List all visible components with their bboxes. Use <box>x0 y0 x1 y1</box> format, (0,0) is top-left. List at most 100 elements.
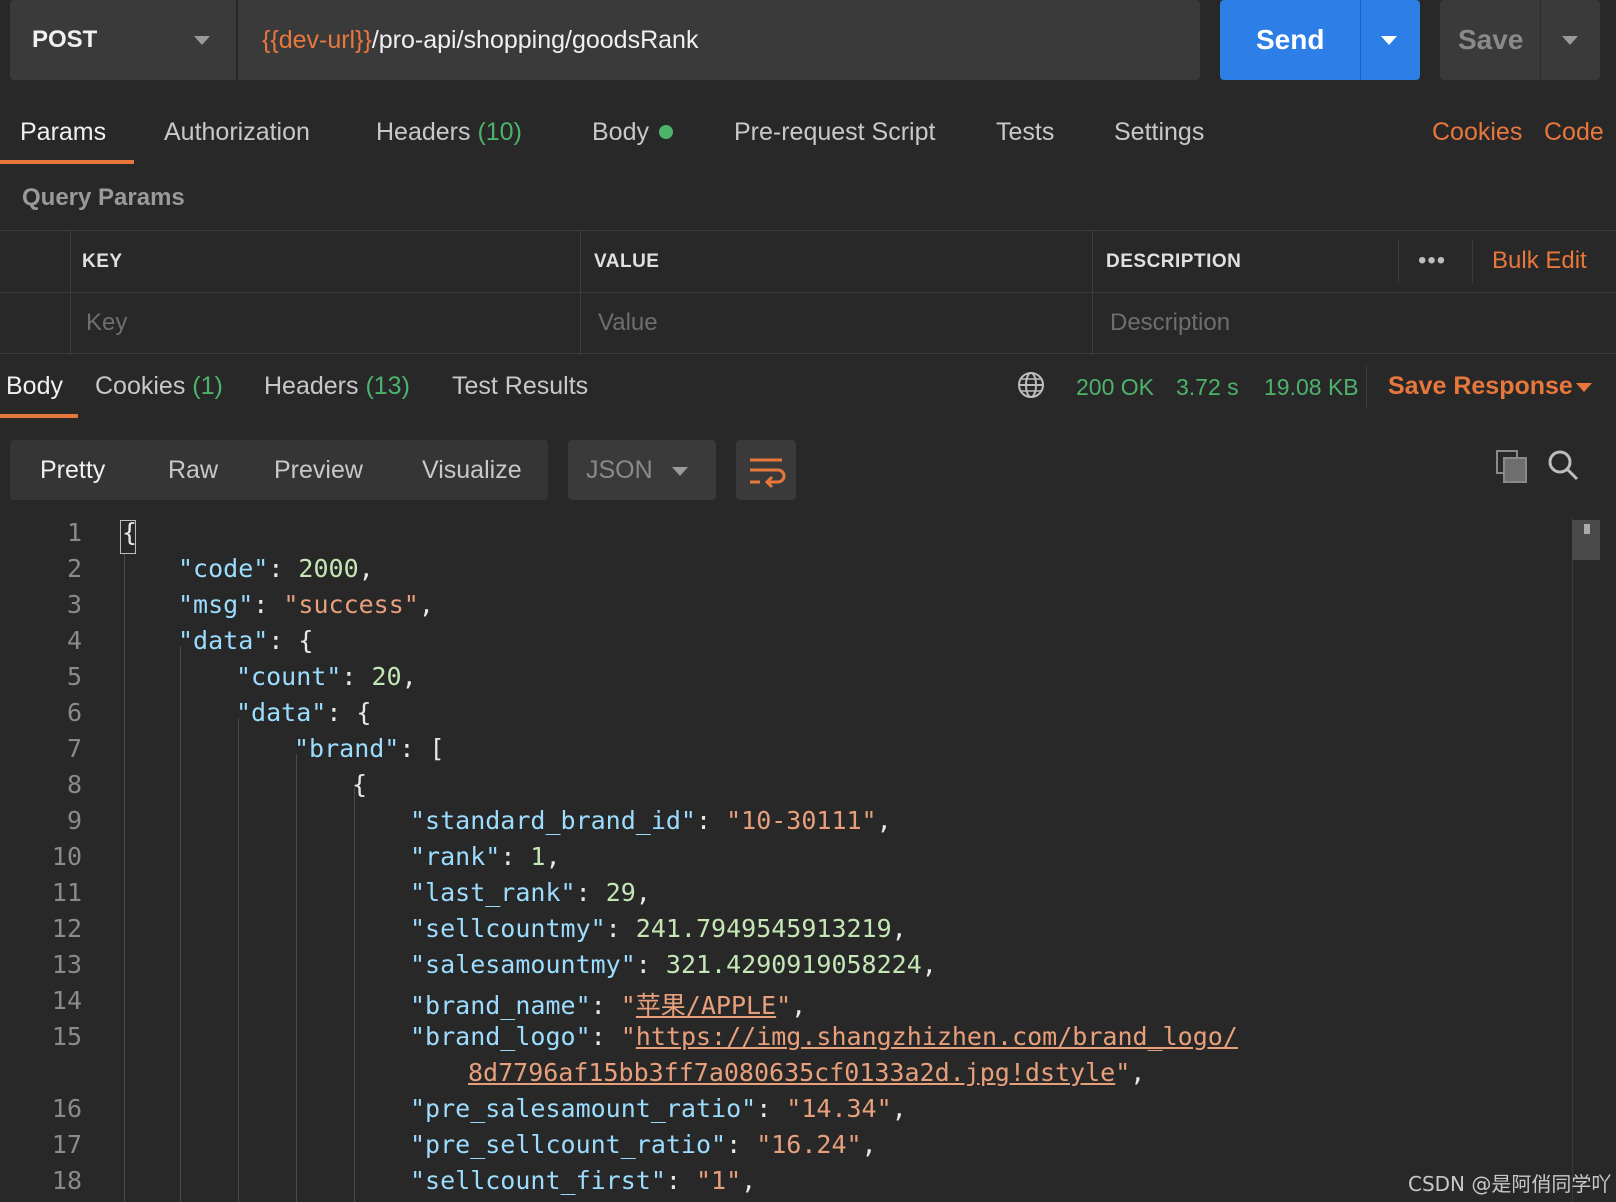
code-line: { <box>352 770 368 799</box>
line-number: 6 <box>66 698 82 727</box>
response-bar: Body Cookies (1) Headers (13) Test Resul… <box>0 356 1616 420</box>
line-number: 15 <box>51 1022 82 1051</box>
code-line: "code": 2000, <box>178 554 374 583</box>
tab-authorization[interactable]: Authorization <box>164 118 310 147</box>
body-indicator-dot <box>658 125 673 139</box>
description-input[interactable]: Description <box>1110 309 1230 337</box>
tab-headers-label: Headers <box>376 118 471 146</box>
send-options-chevron-icon[interactable] <box>1381 36 1397 45</box>
query-params-table: KEY VALUE DESCRIPTION ••• Bulk Edit Key … <box>0 230 1616 355</box>
line-number: 9 <box>66 806 82 835</box>
scrollbar-track[interactable] <box>1572 518 1573 1202</box>
send-label: Send <box>1256 24 1325 55</box>
cookies-link[interactable]: Cookies <box>1432 118 1522 147</box>
response-size[interactable]: 19.08 KB <box>1264 374 1359 401</box>
tab-headers[interactable]: Headers (10) <box>376 118 522 147</box>
watermark: CSDN @是阿俏同学吖 <box>1408 1172 1612 1196</box>
line-number: 5 <box>66 662 82 691</box>
column-divider <box>1472 239 1473 283</box>
brand-logo-link-cont[interactable]: 8d7796af15bb3ff7a080635cf0133a2d.jpg!dst… <box>468 1058 1115 1087</box>
code-line: "last_rank": 29, <box>410 878 651 907</box>
view-raw-button[interactable]: Raw <box>168 456 218 485</box>
view-preview-button[interactable]: Preview <box>274 456 363 485</box>
tab-tests[interactable]: Tests <box>996 118 1054 147</box>
tab-headers-count: (10) <box>477 118 522 146</box>
response-tab-cookies[interactable]: Cookies (1) <box>95 372 223 401</box>
save-response-chevron-icon[interactable] <box>1576 383 1592 392</box>
code-line: "brand_logo": "https://img.shangzhizhen.… <box>410 1022 1238 1051</box>
code-line: "standard_brand_id": "10-30111", <box>410 806 892 835</box>
code-line: "data": { <box>178 626 314 655</box>
tab-settings[interactable]: Settings <box>1114 118 1204 147</box>
code-line: "sellcount_first": "1", <box>410 1166 757 1195</box>
request-tabs: Params Authorization Headers (10) Body P… <box>0 100 1616 166</box>
method-select[interactable]: POST <box>10 0 236 80</box>
more-options-icon[interactable]: ••• <box>1418 247 1446 275</box>
response-headers-count: (13) <box>365 372 410 400</box>
code-link[interactable]: Code <box>1544 118 1604 147</box>
indent-guide <box>238 718 239 1202</box>
response-tab-test-results[interactable]: Test Results <box>452 372 588 401</box>
query-params-title: Query Params <box>22 184 185 211</box>
code-line: "msg": "success", <box>178 590 434 619</box>
request-bar: POST {{dev-url}}/pro-api/shopping/goodsR… <box>0 0 1616 80</box>
copy-icon[interactable] <box>1496 450 1528 484</box>
response-tab-body[interactable]: Body <box>6 372 63 401</box>
save-button[interactable]: Save <box>1440 0 1600 80</box>
column-header-description: DESCRIPTION <box>1106 251 1242 272</box>
scrollbar-thumb[interactable] <box>1572 520 1600 560</box>
code-line: { <box>122 518 138 547</box>
view-pretty-button[interactable]: Pretty <box>40 456 105 485</box>
response-time[interactable]: 3.72 s <box>1176 374 1239 401</box>
code-line-continuation: 8d7796af15bb3ff7a080635cf0133a2d.jpg!dst… <box>468 1058 1146 1087</box>
line-number: 16 <box>51 1094 82 1123</box>
bulk-edit-button[interactable]: Bulk Edit <box>1492 247 1587 275</box>
line-number: 3 <box>66 590 82 619</box>
value-input[interactable]: Value <box>598 309 658 337</box>
url-input[interactable]: {{dev-url}}/pro-api/shopping/goodsRank <box>238 0 1200 80</box>
indent-guide <box>180 646 181 1202</box>
save-label: Save <box>1458 24 1524 55</box>
code-line: "brand": [ <box>294 734 445 763</box>
format-label: JSON <box>586 456 653 484</box>
response-body-viewer[interactable]: 1 2 3 4 5 6 7 8 9 10 11 12 13 14 15 16 1… <box>0 518 1616 1202</box>
search-icon[interactable] <box>1546 448 1580 482</box>
send-divider <box>1360 0 1361 80</box>
brand-logo-link[interactable]: https://img.shangzhizhen.com/brand_logo/ <box>636 1022 1238 1051</box>
tab-prerequest-script[interactable]: Pre-request Script <box>734 118 935 147</box>
wrap-lines-icon <box>750 458 786 489</box>
code-line: "rank": 1, <box>410 842 561 871</box>
line-number: 14 <box>51 986 82 1015</box>
line-number: 13 <box>51 950 82 979</box>
send-button[interactable]: Send <box>1220 0 1420 80</box>
column-divider <box>580 231 581 355</box>
response-divider <box>1366 366 1367 408</box>
save-response-button[interactable]: Save Response <box>1388 372 1573 401</box>
globe-icon[interactable] <box>1016 370 1046 400</box>
format-select[interactable]: JSON <box>568 440 716 500</box>
active-tab-underline <box>0 160 134 164</box>
code-line: "pre_sellcount_ratio": "16.24", <box>410 1130 877 1159</box>
key-input[interactable]: Key <box>86 309 127 337</box>
code-line: "brand_name": "苹果/APPLE", <box>410 991 807 1020</box>
line-number: 12 <box>51 914 82 943</box>
save-divider <box>1540 0 1541 80</box>
active-response-tab-underline <box>0 414 78 418</box>
line-number: 17 <box>51 1130 82 1159</box>
view-visualize-button[interactable]: Visualize <box>422 456 522 485</box>
url-path: /pro-api/shopping/goodsRank <box>371 25 699 54</box>
table-row-divider <box>0 292 1616 293</box>
response-tab-headers[interactable]: Headers (13) <box>264 372 410 401</box>
code-line: "pre_salesamount_ratio": "14.34", <box>410 1094 907 1123</box>
tab-body[interactable]: Body <box>592 118 673 147</box>
save-options-chevron-icon[interactable] <box>1562 36 1578 45</box>
tab-body-label: Body <box>592 118 649 146</box>
response-cookies-count: (1) <box>192 372 223 400</box>
indent-guide <box>354 788 355 1202</box>
status-code[interactable]: 200 OK <box>1076 374 1154 401</box>
wrap-lines-button[interactable] <box>736 440 796 500</box>
line-number: 10 <box>51 842 82 871</box>
tab-params[interactable]: Params <box>20 118 106 147</box>
chevron-down-icon <box>194 36 210 45</box>
indent-guide <box>124 554 125 1202</box>
